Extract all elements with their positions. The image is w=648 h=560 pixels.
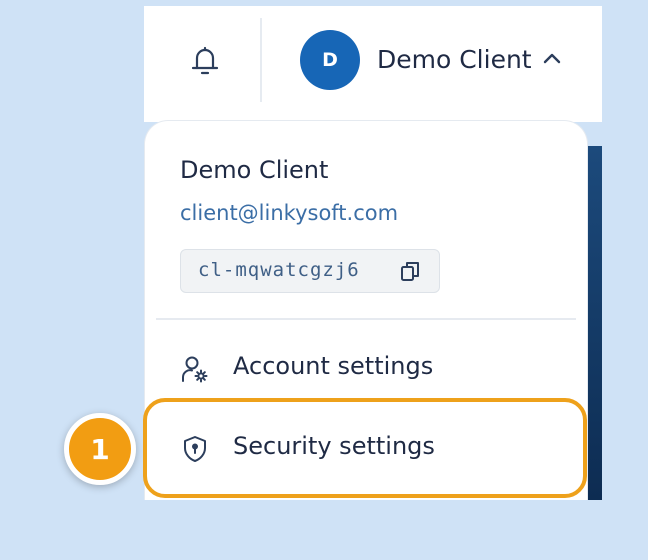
bell-icon bbox=[191, 46, 219, 75]
dropdown-user-name: Demo Client bbox=[180, 156, 329, 184]
chevron-up-icon bbox=[543, 53, 561, 64]
header-divider bbox=[260, 18, 262, 102]
dropdown-divider bbox=[156, 318, 576, 320]
account-settings-label: Account settings bbox=[233, 352, 434, 380]
dropdown-user-email: client@linkysoft.com bbox=[180, 201, 399, 225]
step-badge: 1 bbox=[64, 413, 136, 485]
user-gear-icon bbox=[182, 356, 208, 383]
avatar: D bbox=[300, 30, 360, 90]
user-name: Demo Client bbox=[377, 45, 532, 74]
client-id-chip[interactable]: cl-mqwatcgzj6 bbox=[180, 249, 440, 293]
account-settings-item[interactable]: Account settings bbox=[156, 336, 576, 402]
client-id: cl-mqwatcgzj6 bbox=[198, 259, 360, 281]
notifications-button[interactable] bbox=[178, 36, 232, 86]
callout-highlight bbox=[143, 398, 587, 498]
copy-icon[interactable] bbox=[399, 260, 421, 282]
user-menu-button[interactable]: D Demo Client bbox=[300, 30, 590, 90]
